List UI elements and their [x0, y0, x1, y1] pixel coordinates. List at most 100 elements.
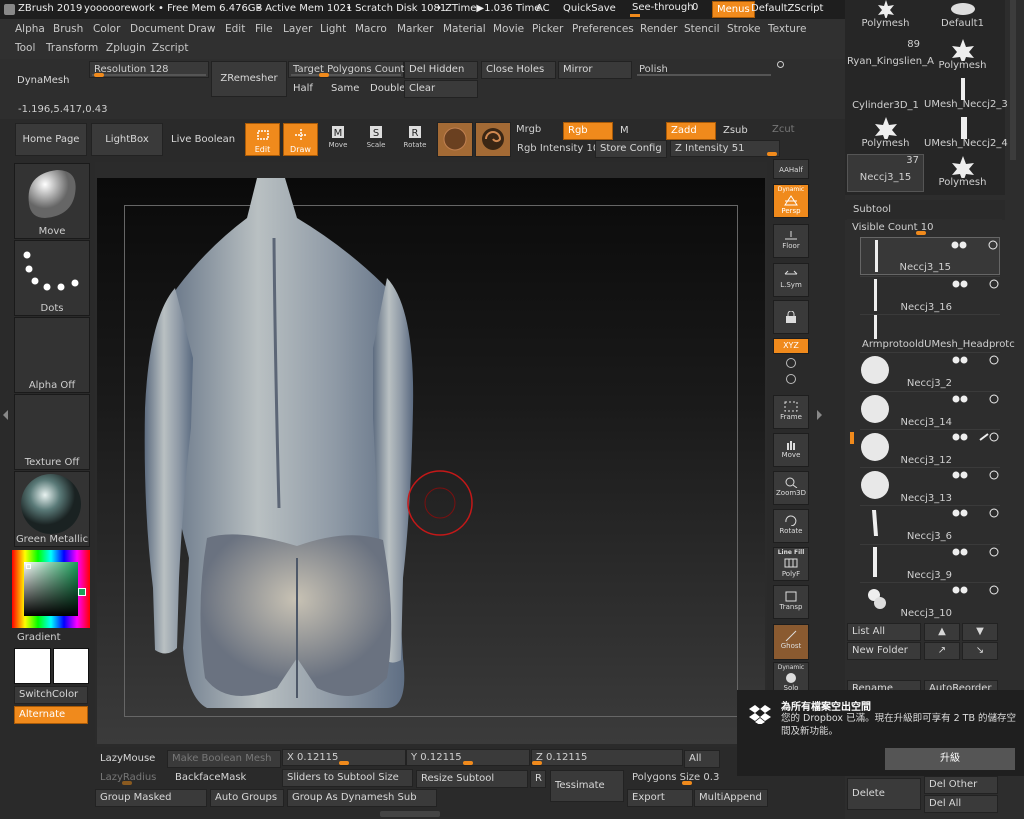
- see-through-knob[interactable]: [630, 14, 640, 17]
- multiappend-button[interactable]: MultiAppend: [694, 789, 768, 807]
- subtool-toggles-icon[interactable]: [900, 355, 1000, 365]
- dynamesh-button[interactable]: DynaMesh: [12, 66, 88, 96]
- menu-preferences[interactable]: Preferences: [572, 23, 634, 35]
- subtool-item-2[interactable]: Neccj3_16: [860, 276, 1000, 314]
- zremesher-button[interactable]: ZRemesher: [211, 61, 287, 97]
- move-down-button[interactable]: ▼: [962, 623, 998, 641]
- move-mode-button[interactable]: M Move: [323, 125, 353, 155]
- lazyradius-knob[interactable]: [122, 781, 132, 785]
- tool-thumb-2[interactable]: Default1: [924, 0, 1001, 37]
- tool-thumb-3[interactable]: 89 Ryan_Kingslien_A: [847, 39, 934, 76]
- gradient-label[interactable]: Gradient: [17, 632, 61, 643]
- subtool-toggles-icon[interactable]: [900, 432, 1000, 442]
- home-page-button[interactable]: Home Page: [15, 123, 87, 156]
- tool-thumb-9[interactable]: 37 Neccj3_15: [847, 154, 924, 192]
- lazymouse-button[interactable]: LazyMouse: [95, 750, 167, 768]
- tool-thumb-1[interactable]: Polymesh: [847, 0, 924, 37]
- subtool-item-9[interactable]: Neccj3_9: [860, 544, 1000, 582]
- menu-picker[interactable]: Picker: [532, 23, 563, 35]
- switch-color-button[interactable]: SwitchColor: [14, 686, 88, 704]
- visible-count-slider[interactable]: Visible Count 10: [847, 219, 1002, 236]
- zsub-button[interactable]: Zsub: [718, 122, 768, 140]
- double-button[interactable]: Double: [365, 80, 405, 98]
- menu-movie[interactable]: Movie: [493, 23, 524, 35]
- make-boolean-button[interactable]: Make Boolean Mesh: [167, 750, 281, 768]
- del-other-button[interactable]: Del Other: [924, 776, 998, 794]
- texture-selector[interactable]: Texture Off: [14, 394, 90, 470]
- rotate-z-icon[interactable]: [786, 374, 796, 384]
- move-to-bottom-button[interactable]: ↘: [962, 642, 998, 660]
- texture-swatch-button[interactable]: [475, 122, 511, 157]
- material-selector[interactable]: Green Metallic: [14, 471, 90, 547]
- transp-button[interactable]: Transp: [773, 585, 809, 619]
- menu-light[interactable]: Light: [320, 23, 346, 35]
- menu-zplugin[interactable]: Zplugin: [106, 42, 146, 54]
- tool-thumb-6[interactable]: UMesh_Neccj2_3: [924, 78, 1008, 115]
- visible-count-knob[interactable]: [916, 231, 926, 235]
- resize-subtool-button[interactable]: Resize Subtool: [416, 770, 528, 788]
- r-button[interactable]: R: [530, 770, 546, 788]
- move-view-button[interactable]: Move: [773, 433, 809, 467]
- menu-document[interactable]: Document: [130, 23, 184, 35]
- z-intensity-knob[interactable]: [767, 152, 777, 156]
- subtool-toggles-icon[interactable]: [900, 279, 1000, 289]
- dropbox-upgrade-button[interactable]: 升級: [885, 748, 1015, 770]
- subtool-item-4[interactable]: Neccj3_2: [860, 352, 1000, 390]
- menu-tool[interactable]: Tool: [15, 42, 35, 54]
- menu-stencil[interactable]: Stencil: [684, 23, 720, 35]
- subtool-header[interactable]: Subtool: [845, 200, 1005, 220]
- menu-zscript[interactable]: Zscript: [152, 42, 188, 54]
- auto-groups-button[interactable]: Auto Groups: [210, 789, 284, 807]
- live-boolean-button[interactable]: Live Boolean: [166, 123, 238, 156]
- subtool-toggles-icon[interactable]: [900, 508, 1000, 518]
- lazyradius-slider[interactable]: LazyRadius: [95, 769, 167, 786]
- target-polygons-slider[interactable]: Target Polygons Count 5: [288, 61, 414, 78]
- subtool-item-7[interactable]: Neccj3_13: [860, 467, 1000, 505]
- export-button[interactable]: Export: [627, 789, 693, 807]
- sliders-to-subtool-button[interactable]: Sliders to Subtool Size: [282, 769, 413, 787]
- move-up-button[interactable]: ▲: [924, 623, 960, 641]
- color-square[interactable]: [24, 562, 78, 616]
- same-button[interactable]: Same: [326, 80, 366, 98]
- backface-mask-button[interactable]: BackfaceMask: [170, 769, 280, 787]
- zoom3d-button[interactable]: Zoom3D: [773, 471, 809, 505]
- subtool-toggles-icon[interactable]: [900, 470, 1000, 480]
- brush-selector[interactable]: Move: [14, 163, 90, 239]
- rgb-intensity-slider[interactable]: Rgb Intensity 100: [512, 140, 606, 157]
- tool-thumb-7[interactable]: Polymesh: [847, 117, 924, 154]
- tessimate-button[interactable]: Tessimate: [550, 770, 624, 802]
- mrgb-button[interactable]: Mrgb: [516, 124, 541, 135]
- menu-texture[interactable]: Texture: [768, 23, 806, 35]
- store-config-button[interactable]: Store Config: [595, 140, 667, 158]
- menus-button[interactable]: Menus: [712, 1, 755, 18]
- resolution-knob[interactable]: [94, 73, 104, 77]
- solo-button[interactable]: Dynamic Solo: [773, 662, 809, 692]
- menu-render[interactable]: Render: [640, 23, 677, 35]
- mirror-button[interactable]: Mirror: [558, 61, 632, 79]
- xyz-button[interactable]: XYZ: [773, 338, 809, 354]
- edit-button[interactable]: Edit: [245, 123, 280, 156]
- subtool-toggles-icon[interactable]: [900, 394, 1000, 404]
- y-knob[interactable]: [463, 761, 473, 765]
- ghost-button[interactable]: Ghost: [773, 624, 809, 660]
- menu-edit[interactable]: Edit: [225, 23, 245, 35]
- color-cursor-icon[interactable]: [26, 564, 31, 569]
- color-picker[interactable]: [12, 550, 90, 628]
- polyf-button[interactable]: Line Fill PolyF: [773, 547, 809, 581]
- polish-toggle-icon[interactable]: [777, 61, 784, 68]
- lightbox-button[interactable]: LightBox: [91, 123, 163, 156]
- subtool-toggles-icon[interactable]: [899, 240, 999, 250]
- menu-material[interactable]: Material: [443, 23, 486, 35]
- sculpt-model[interactable]: [97, 178, 765, 744]
- half-button[interactable]: Half: [288, 80, 328, 98]
- menu-color[interactable]: Color: [93, 23, 120, 35]
- alternate-button[interactable]: Alternate: [14, 706, 88, 724]
- document-canvas[interactable]: [97, 178, 765, 744]
- close-holes-button[interactable]: Close Holes: [481, 61, 556, 79]
- target-polygons-knob[interactable]: [319, 73, 329, 77]
- delete-button[interactable]: Delete: [847, 778, 921, 810]
- subtool-toggles-icon[interactable]: [900, 547, 1000, 557]
- draw-button[interactable]: Draw: [283, 123, 318, 156]
- default-zscript[interactable]: DefaultZScript: [751, 3, 823, 14]
- y-size-slider[interactable]: Y 0.12115: [406, 749, 530, 766]
